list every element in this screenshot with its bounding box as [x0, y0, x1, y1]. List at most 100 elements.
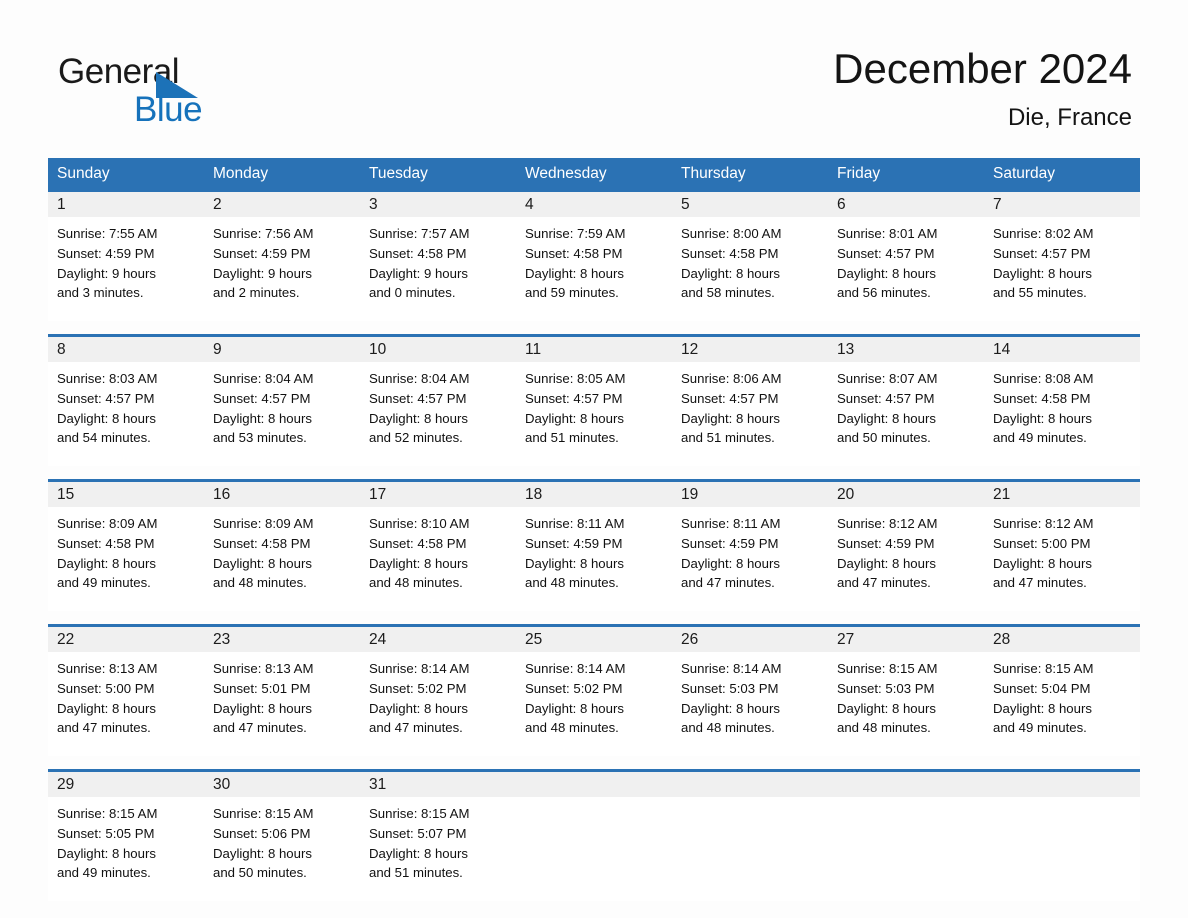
daylight-text-line1: Daylight: 8 hours — [369, 410, 468, 426]
day-number-empty — [516, 772, 672, 797]
sunrise-text: Sunrise: 8:08 AM — [993, 371, 1094, 386]
daylight-text-line1: Daylight: 9 hours — [213, 265, 312, 281]
weekday-tuesday: Tuesday — [369, 165, 428, 182]
sunset-text: Sunset: 4:59 PM — [57, 245, 155, 261]
day-number[interactable]: 4 — [516, 192, 672, 217]
day-number[interactable]: 30 — [204, 772, 360, 797]
daylight-text-line2: and 49 minutes. — [993, 720, 1087, 736]
sunrise-text: Sunrise: 8:04 AM — [213, 371, 314, 386]
sunset-text: Sunset: 4:57 PM — [369, 390, 467, 406]
day-number[interactable]: 20 — [828, 482, 984, 507]
daylight-text-line1: Daylight: 8 hours — [369, 555, 468, 571]
day-number[interactable]: 7 — [984, 192, 1140, 217]
day-number[interactable]: 16 — [204, 482, 360, 507]
sunrise-text: Sunrise: 8:02 AM — [993, 226, 1094, 241]
daylight-text-line2: and 48 minutes. — [213, 575, 307, 591]
week-info-row: Sunrise: 8:03 AM Sunset: 4:57 PM Dayligh… — [48, 362, 1140, 466]
sunset-text: Sunset: 4:58 PM — [369, 535, 467, 551]
sunset-text: Sunset: 5:00 PM — [57, 680, 155, 696]
daylight-text-line1: Daylight: 8 hours — [993, 700, 1092, 716]
sunset-text: Sunset: 5:03 PM — [837, 680, 935, 696]
day-number[interactable]: 14 — [984, 337, 1140, 362]
day-number[interactable]: 11 — [516, 337, 672, 362]
daylight-text-line2: and 47 minutes. — [369, 720, 463, 736]
daylight-text-line1: Daylight: 8 hours — [525, 410, 624, 426]
sunset-text: Sunset: 4:57 PM — [993, 245, 1091, 261]
daylight-text-line1: Daylight: 8 hours — [213, 845, 312, 861]
day-detail: Sunrise: 8:09 AM Sunset: 4:58 PM Dayligh… — [204, 507, 360, 611]
day-number[interactable]: 18 — [516, 482, 672, 507]
day-number[interactable]: 23 — [204, 627, 360, 652]
sunset-text: Sunset: 4:57 PM — [57, 390, 155, 406]
day-number[interactable]: 24 — [360, 627, 516, 652]
sunset-text: Sunset: 4:59 PM — [681, 535, 779, 551]
day-number[interactable]: 9 — [204, 337, 360, 362]
week-row: 1 2 3 4 5 6 7 Sunrise: 7:55 AM Sunset: 4… — [48, 189, 1140, 321]
day-number[interactable]: 29 — [48, 772, 204, 797]
daylight-text-line1: Daylight: 8 hours — [837, 265, 936, 281]
week-row: 15 16 17 18 19 20 21 Sunrise: 8:09 AM Su… — [48, 479, 1140, 611]
day-number[interactable]: 10 — [360, 337, 516, 362]
page-title: December 2024 — [833, 45, 1132, 92]
daylight-text-line1: Daylight: 8 hours — [57, 410, 156, 426]
day-number[interactable]: 8 — [48, 337, 204, 362]
daylight-text-line2: and 47 minutes. — [57, 720, 151, 736]
day-detail: Sunrise: 8:15 AM Sunset: 5:05 PM Dayligh… — [48, 797, 204, 901]
daylight-text-line2: and 48 minutes. — [837, 720, 931, 736]
week-info-row: Sunrise: 8:15 AM Sunset: 5:05 PM Dayligh… — [48, 797, 1140, 901]
sunrise-text: Sunrise: 8:04 AM — [369, 371, 470, 386]
daylight-text-line2: and 55 minutes. — [993, 285, 1087, 301]
day-number[interactable]: 12 — [672, 337, 828, 362]
daylight-text-line2: and 49 minutes. — [57, 865, 151, 881]
day-number[interactable]: 2 — [204, 192, 360, 217]
day-detail: Sunrise: 8:15 AM Sunset: 5:03 PM Dayligh… — [828, 652, 984, 756]
day-number[interactable]: 22 — [48, 627, 204, 652]
day-number[interactable]: 26 — [672, 627, 828, 652]
day-detail: Sunrise: 8:14 AM Sunset: 5:03 PM Dayligh… — [672, 652, 828, 756]
title-block: December 2024 Die, France — [833, 40, 1132, 134]
daylight-text-line2: and 52 minutes. — [369, 430, 463, 446]
sunrise-text: Sunrise: 8:05 AM — [525, 371, 626, 386]
daylight-text-line2: and 48 minutes. — [369, 575, 463, 591]
location-subtitle: Die, France — [1007, 104, 1132, 131]
calendar-page: General Blue December 2024 Die, France S… — [0, 0, 1188, 918]
day-number[interactable]: 31 — [360, 772, 516, 797]
day-number[interactable]: 19 — [672, 482, 828, 507]
daylight-text-line1: Daylight: 8 hours — [213, 410, 312, 426]
sunset-text: Sunset: 4:58 PM — [369, 245, 467, 261]
sunset-text: Sunset: 5:00 PM — [993, 535, 1091, 551]
daylight-text-line2: and 48 minutes. — [681, 720, 775, 736]
sunset-text: Sunset: 5:01 PM — [213, 680, 311, 696]
daylight-text-line1: Daylight: 8 hours — [681, 265, 780, 281]
weekday-saturday: Saturday — [993, 165, 1056, 182]
day-detail: Sunrise: 8:01 AM Sunset: 4:57 PM Dayligh… — [828, 217, 984, 321]
day-number[interactable]: 28 — [984, 627, 1140, 652]
daylight-text-line1: Daylight: 8 hours — [837, 410, 936, 426]
day-detail: Sunrise: 8:14 AM Sunset: 5:02 PM Dayligh… — [516, 652, 672, 756]
day-detail: Sunrise: 8:12 AM Sunset: 4:59 PM Dayligh… — [828, 507, 984, 611]
week-date-band: 8 9 10 11 12 13 14 — [48, 334, 1140, 362]
daylight-text-line1: Daylight: 8 hours — [993, 410, 1092, 426]
day-number[interactable]: 5 — [672, 192, 828, 217]
day-detail: Sunrise: 8:15 AM Sunset: 5:06 PM Dayligh… — [204, 797, 360, 901]
sunset-text: Sunset: 4:59 PM — [837, 535, 935, 551]
day-number[interactable]: 27 — [828, 627, 984, 652]
day-number[interactable]: 3 — [360, 192, 516, 217]
day-number[interactable]: 13 — [828, 337, 984, 362]
day-number[interactable]: 1 — [48, 192, 204, 217]
page-header: General Blue December 2024 Die, France — [48, 40, 1140, 148]
week-info-row: Sunrise: 8:13 AM Sunset: 5:00 PM Dayligh… — [48, 652, 1140, 756]
day-detail: Sunrise: 7:56 AM Sunset: 4:59 PM Dayligh… — [204, 217, 360, 321]
daylight-text-line1: Daylight: 8 hours — [993, 555, 1092, 571]
day-number[interactable]: 17 — [360, 482, 516, 507]
day-number[interactable]: 15 — [48, 482, 204, 507]
daylight-text-line2: and 3 minutes. — [57, 285, 144, 301]
day-number[interactable]: 21 — [984, 482, 1140, 507]
brand-word-blue: Blue — [134, 90, 203, 129]
day-number[interactable]: 25 — [516, 627, 672, 652]
sunset-text: Sunset: 4:58 PM — [213, 535, 311, 551]
sunset-text: Sunset: 5:02 PM — [369, 680, 467, 696]
daylight-text-line1: Daylight: 8 hours — [57, 700, 156, 716]
day-detail: Sunrise: 8:11 AM Sunset: 4:59 PM Dayligh… — [672, 507, 828, 611]
day-number[interactable]: 6 — [828, 192, 984, 217]
